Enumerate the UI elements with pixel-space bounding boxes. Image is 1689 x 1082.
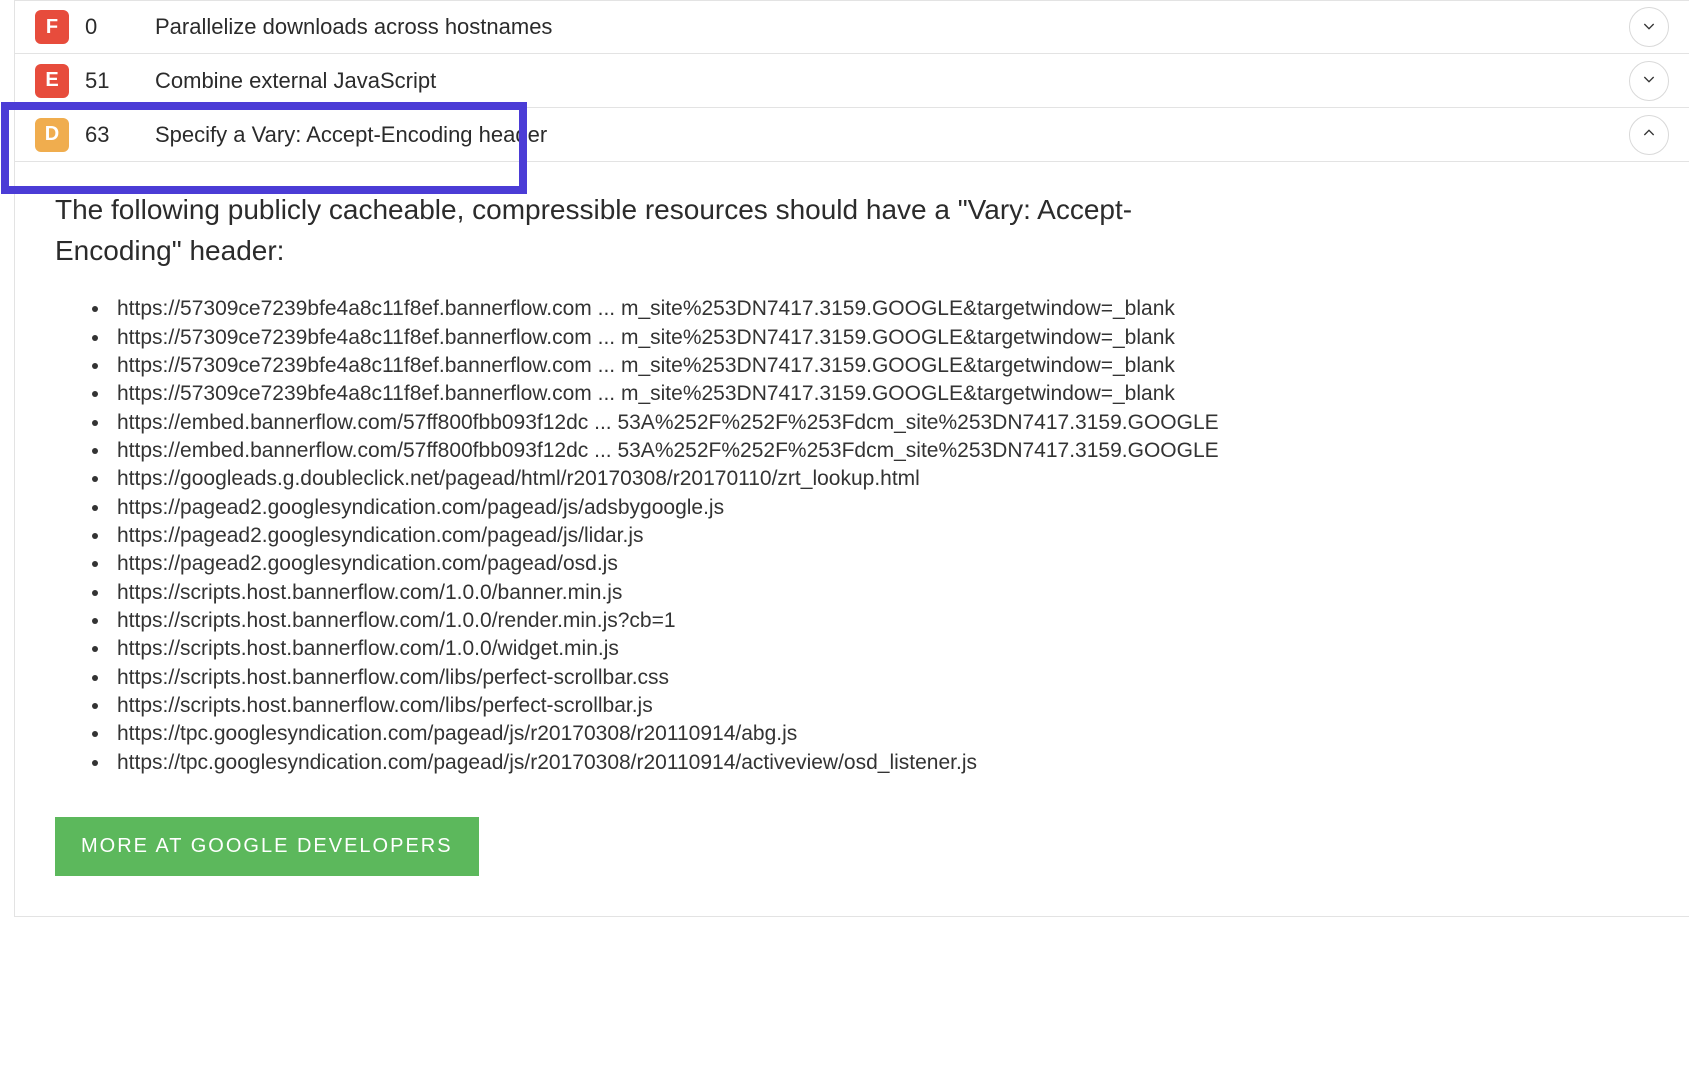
resource-url: https://57309ce7239bfe4a8c11f8ef.bannerf… [111,352,1649,380]
resource-url: https://57309ce7239bfe4a8c11f8ef.bannerf… [111,380,1649,408]
recommendation-detail: The following publicly cacheable, compre… [15,162,1689,917]
expand-toggle[interactable] [1629,7,1669,47]
expand-toggle[interactable] [1629,115,1669,155]
resource-url: https://57309ce7239bfe4a8c11f8ef.bannerf… [111,324,1649,352]
recommendation-row[interactable]: E 51 Combine external JavaScript [15,54,1689,108]
resource-url: https://pagead2.googlesyndication.com/pa… [111,550,1649,578]
grade-badge: F [35,10,69,44]
resource-url: https://tpc.googlesyndication.com/pagead… [111,720,1649,748]
recommendation-title: Specify a Vary: Accept-Encoding header [155,122,1629,148]
resource-url: https://scripts.host.bannerflow.com/1.0.… [111,607,1649,635]
chevron-up-icon [1641,125,1657,144]
recommendation-title: Combine external JavaScript [155,68,1629,94]
score-value: 51 [69,68,155,94]
resource-url: https://pagead2.googlesyndication.com/pa… [111,522,1649,550]
score-value: 63 [69,122,155,148]
grade-badge: E [35,64,69,98]
resource-url: https://tpc.googlesyndication.com/pagead… [111,749,1649,777]
chevron-down-icon [1641,71,1657,90]
resource-url: https://embed.bannerflow.com/57ff800fbb0… [111,437,1649,465]
more-at-google-developers-button[interactable]: MORE AT GOOGLE DEVELOPERS [55,817,479,876]
resource-url: https://scripts.host.bannerflow.com/libs… [111,692,1649,720]
resource-url: https://embed.bannerflow.com/57ff800fbb0… [111,409,1649,437]
chevron-down-icon [1641,18,1657,37]
resource-url: https://scripts.host.bannerflow.com/1.0.… [111,635,1649,663]
grade-badge: D [35,118,69,152]
resource-url-list: https://57309ce7239bfe4a8c11f8ef.bannerf… [55,295,1649,777]
resource-url: https://pagead2.googlesyndication.com/pa… [111,494,1649,522]
recommendation-title: Parallelize downloads across hostnames [155,14,1629,40]
resource-url: https://scripts.host.bannerflow.com/libs… [111,664,1649,692]
score-value: 0 [69,14,155,40]
resource-url: https://57309ce7239bfe4a8c11f8ef.bannerf… [111,295,1649,323]
recommendation-row[interactable]: D 63 Specify a Vary: Accept-Encoding hea… [15,108,1689,162]
resource-url: https://scripts.host.bannerflow.com/1.0.… [111,579,1649,607]
detail-heading: The following publicly cacheable, compre… [55,190,1255,271]
recommendation-row[interactable]: F 0 Parallelize downloads across hostnam… [15,0,1689,54]
expand-toggle[interactable] [1629,61,1669,101]
resource-url: https://googleads.g.doubleclick.net/page… [111,465,1649,493]
recommendations-panel: F 0 Parallelize downloads across hostnam… [14,0,1689,917]
